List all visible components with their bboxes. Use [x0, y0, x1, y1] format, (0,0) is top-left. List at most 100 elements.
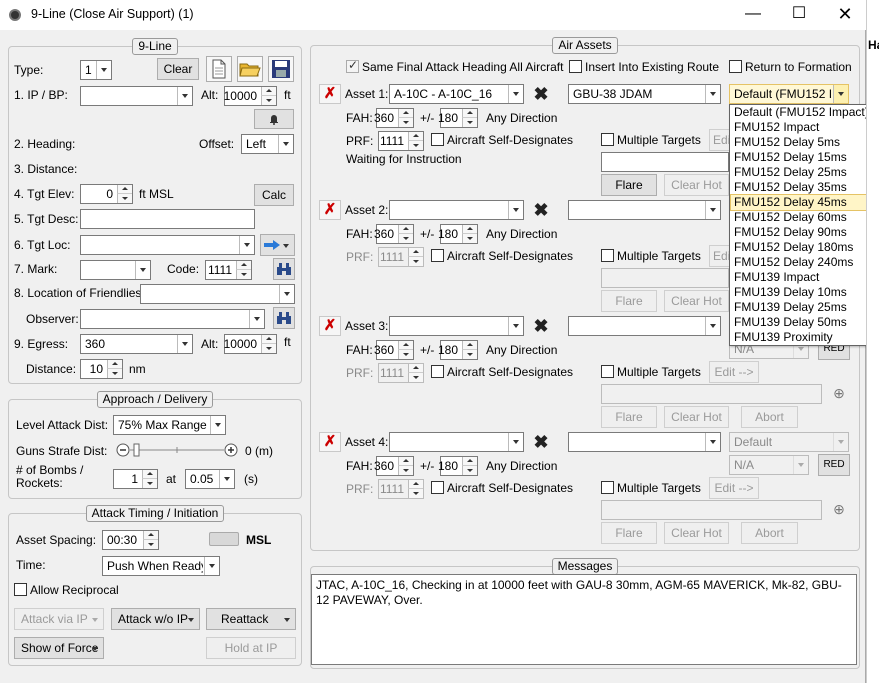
attack-via-ip-button[interactable]: Attack via IP [14, 608, 104, 630]
return-formation-checkbox[interactable] [729, 60, 742, 73]
clear-button[interactable]: Clear [157, 58, 199, 80]
fuze-option[interactable]: FMU152 Delay 15ms [731, 150, 876, 165]
asset-2-edit-button[interactable]: Edit --> [709, 245, 731, 267]
hold-at-ip-button[interactable]: Hold at IP [206, 637, 296, 659]
friendlies-select[interactable] [140, 284, 295, 304]
remove-asset-4-icon[interactable]: ✗ [319, 432, 341, 452]
asset-3-fah-spinner[interactable]: 360 [374, 340, 414, 360]
asset-2-aircraft-select[interactable] [389, 200, 524, 220]
asset-4-prf-spinner[interactable]: 1111 [378, 479, 424, 499]
asset-3-target-select[interactable] [601, 384, 822, 404]
fuze-option[interactable]: Default (FMU152 Impact) [731, 105, 876, 120]
dist-spinner[interactable]: 10 [80, 359, 123, 379]
maximize-button[interactable]: ☐ [776, 0, 822, 30]
allow-reciprocal-checkbox[interactable] [14, 583, 27, 596]
asset-3-abort-button[interactable]: Abort [741, 406, 798, 428]
same-heading-checkbox[interactable] [346, 58, 359, 73]
show-of-force-button[interactable]: Show of Force [14, 637, 104, 659]
bell-button[interactable] [254, 109, 294, 129]
asset-4-target-select[interactable] [601, 500, 822, 520]
fuze-option[interactable]: FMU152 Delay 5ms [731, 135, 876, 150]
fuze-option[interactable]: FMU139 Proximity [731, 330, 876, 345]
asset-1-target-input[interactable] [601, 152, 729, 172]
asset-3-flare-button[interactable]: Flare [601, 406, 657, 428]
asset-spacing-spinner[interactable]: 00:30 [102, 530, 159, 550]
asset-3-self-designates-checkbox[interactable] [431, 365, 444, 378]
msl-toggle[interactable] [209, 532, 239, 546]
asset-4-weapon-select[interactable] [568, 432, 721, 452]
asset-1-flare-button[interactable]: Flare [601, 174, 657, 196]
asset-3-edit-button[interactable]: Edit --> [709, 361, 759, 383]
level-attack-select[interactable]: 75% Max Range [113, 415, 226, 435]
asset-4-fuze-na-select[interactable]: N/A [729, 455, 809, 475]
asset-4-aircraft-select[interactable] [389, 432, 524, 452]
asset-2-clear-icon[interactable]: ✖ [530, 200, 552, 220]
fuze-option[interactable]: FMU139 Delay 50ms [731, 315, 876, 330]
asset-1-fuze-select[interactable]: Default (FMU152 I [729, 84, 849, 104]
fuze-option[interactable]: FMU152 Delay 25ms [731, 165, 876, 180]
asset-2-pm-spinner[interactable]: 180 [438, 224, 478, 244]
insert-route-checkbox[interactable] [569, 60, 582, 73]
asset-1-aircraft-select[interactable]: A-10C - A-10C_16 [389, 84, 524, 104]
reattack-button[interactable]: Reattack [206, 608, 296, 630]
asset-2-weapon-select[interactable] [568, 200, 721, 220]
asset-4-self-designates-checkbox[interactable] [431, 481, 444, 494]
asset-3-pm-spinner[interactable]: 180 [438, 340, 478, 360]
ip-bp-select[interactable] [80, 86, 193, 106]
fuze-option[interactable]: FMU139 Impact [731, 270, 876, 285]
asset-1-clear-icon[interactable]: ✖ [530, 84, 552, 104]
mark-select[interactable] [80, 260, 151, 280]
asset-4-fah-spinner[interactable]: 360 [374, 456, 414, 476]
offset-select[interactable]: Left [241, 134, 294, 154]
fuze-option[interactable]: FMU152 Delay 90ms [731, 225, 876, 240]
fuze-option[interactable]: FMU152 Impact [731, 120, 876, 135]
remove-asset-3-icon[interactable]: ✗ [319, 316, 341, 336]
asset-4-pm-spinner[interactable]: 180 [438, 456, 478, 476]
asset-4-red-button[interactable]: RED [818, 454, 850, 476]
remove-asset-2-icon[interactable]: ✗ [319, 200, 341, 220]
fuze-option[interactable]: FMU139 Delay 25ms [731, 300, 876, 315]
bombs-spinner[interactable]: 1 [113, 469, 158, 489]
asset-2-fah-spinner[interactable]: 360 [374, 224, 414, 244]
asset-4-fuze-select[interactable]: Default [729, 432, 849, 452]
time-select[interactable]: Push When Ready [102, 556, 220, 576]
asset-2-self-designates-checkbox[interactable] [431, 249, 444, 262]
binoculars-button-2[interactable] [273, 307, 295, 329]
asset-4-flare-button[interactable]: Flare [601, 522, 657, 544]
fuze-option[interactable]: FMU139 Delay 10ms [731, 285, 876, 300]
fuze-option[interactable]: FMU152 Delay 60ms [731, 210, 876, 225]
asset-3-clear-hot-button[interactable]: Clear Hot [664, 406, 729, 428]
asset-1-pm-spinner[interactable]: 180 [438, 108, 478, 128]
observer-select[interactable] [80, 309, 265, 329]
remove-asset-1-icon[interactable]: ✗ [319, 84, 341, 104]
asset-3-aircraft-select[interactable] [389, 316, 524, 336]
asset-2-multiple-targets-checkbox[interactable] [601, 249, 614, 262]
code-spinner[interactable]: 1111 [205, 260, 252, 280]
asset-4-abort-button[interactable]: Abort [741, 522, 798, 544]
messages-textarea[interactable]: JTAC, A-10C_16, Checking in at 10000 fee… [311, 574, 857, 665]
asset-1-self-designates-checkbox[interactable] [431, 133, 444, 146]
tgt-elev-spinner[interactable]: 0 [80, 184, 133, 204]
asset-1-weapon-select[interactable]: GBU-38 JDAM [568, 84, 721, 104]
asset-1-fah-spinner[interactable]: 360 [374, 108, 414, 128]
asset-4-crosshair-icon[interactable]: ⊕ [828, 500, 850, 520]
asset-4-clear-hot-button[interactable]: Clear Hot [664, 522, 729, 544]
egress-select[interactable]: 360 [80, 334, 193, 354]
asset-3-crosshair-icon[interactable]: ⊕ [828, 384, 850, 404]
tgt-desc-input[interactable] [80, 209, 255, 229]
asset-1-clear-hot-button[interactable]: Clear Hot [664, 174, 729, 196]
new-document-icon[interactable] [206, 56, 232, 82]
ip-alt-spinner[interactable]: 10000 [224, 86, 277, 106]
asset-1-prf-spinner[interactable]: 1111 [378, 131, 424, 151]
fuze-option[interactable]: FMU152 Delay 45ms [730, 194, 877, 211]
asset-3-clear-icon[interactable]: ✖ [530, 316, 552, 336]
asset-4-clear-icon[interactable]: ✖ [530, 432, 552, 452]
guns-strafe-slider[interactable] [116, 442, 238, 458]
binoculars-button-1[interactable] [273, 258, 295, 280]
asset-4-edit-button[interactable]: Edit --> [709, 477, 759, 499]
tgt-loc-select[interactable] [80, 235, 255, 255]
asset-1-multiple-targets-checkbox[interactable] [601, 133, 614, 146]
calc-button[interactable]: Calc [254, 184, 294, 206]
asset-1-edit-button[interactable]: Edit --> [709, 129, 731, 151]
open-folder-icon[interactable] [237, 56, 263, 82]
